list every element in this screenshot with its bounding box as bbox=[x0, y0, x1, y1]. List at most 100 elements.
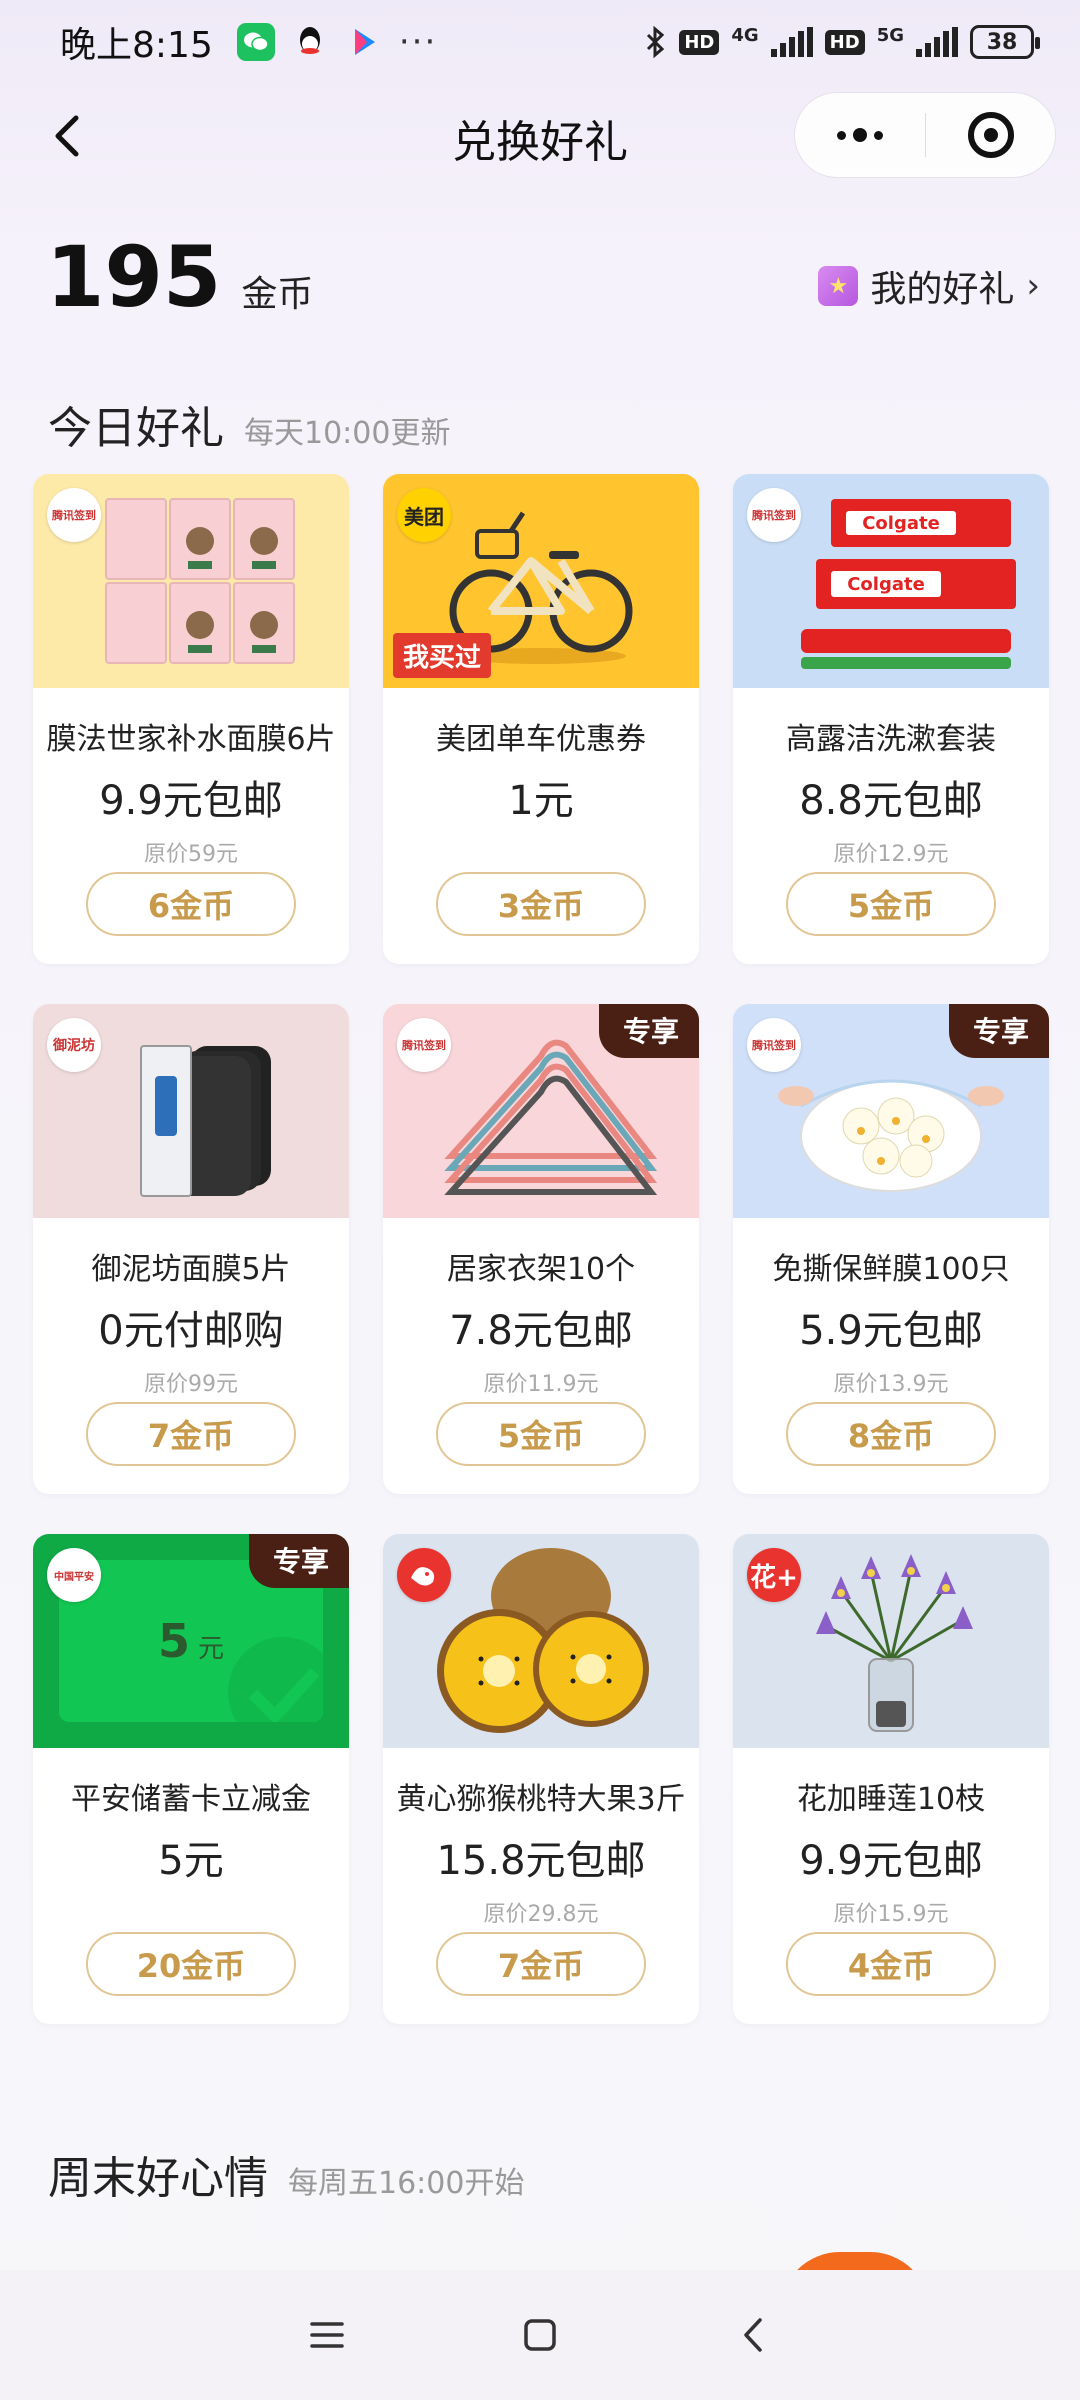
coin-unit: 金币 bbox=[241, 274, 314, 315]
target-icon bbox=[967, 112, 1014, 158]
redeem-button[interactable]: 7金币 bbox=[86, 1402, 296, 1466]
hd-badge-1: HD bbox=[679, 29, 720, 55]
home-button[interactable] bbox=[510, 2305, 570, 2365]
gift-original-price: 原价15.9元 bbox=[833, 1902, 949, 1927]
gift-card[interactable]: 黄心猕猴桃特大果3斤 15.8元包邮 原价29.8元 7金币 bbox=[383, 1534, 699, 2024]
more-button[interactable] bbox=[795, 93, 925, 177]
product-image bbox=[383, 1534, 699, 1748]
network-type-1: 4G bbox=[731, 25, 759, 46]
product-image: 腾讯签到 专享 bbox=[383, 1004, 699, 1218]
system-back-button[interactable] bbox=[723, 2305, 783, 2365]
gift-icon: ★ bbox=[818, 266, 859, 306]
gift-card[interactable]: 腾讯签到 膜法世家补水面膜6片 9.9元包邮 原价59元 6金币 bbox=[33, 474, 349, 964]
gift-original-price bbox=[383, 836, 699, 862]
gift-price: 5元 bbox=[158, 1838, 224, 1884]
coin-amount: 195 bbox=[46, 228, 222, 326]
tencent-badge-icon: 腾讯签到 bbox=[747, 1018, 801, 1072]
gift-name: 膜法世家补水面膜6片 bbox=[46, 722, 336, 757]
status-time: 晚上8:15 bbox=[60, 25, 213, 66]
menu-button[interactable] bbox=[297, 2305, 357, 2365]
weekend-title: 周末好心情 bbox=[48, 2153, 268, 2204]
battery-level: 38 bbox=[986, 29, 1018, 55]
gift-price: 7.8元包邮 bbox=[449, 1308, 633, 1354]
chevron-right-icon: › bbox=[1026, 266, 1040, 306]
gift-price: 9.9元包邮 bbox=[799, 1838, 983, 1884]
home-square-icon bbox=[524, 2319, 556, 2351]
redeem-button[interactable]: 3金币 bbox=[436, 872, 646, 936]
redeem-button[interactable]: 4金币 bbox=[786, 1932, 996, 1996]
gift-price: 0元付邮购 bbox=[98, 1308, 284, 1354]
signal-icon-1 bbox=[770, 27, 813, 57]
today-section-header: 今日好礼 每天10:00更新 bbox=[48, 392, 450, 456]
gift-original-price: 原价11.9元 bbox=[483, 1372, 599, 1397]
tencent-badge-icon: 腾讯签到 bbox=[47, 488, 101, 542]
gift-card[interactable]: 御泥坊 御泥坊面膜5片 0元付邮购 原价99元 7金币 bbox=[33, 1004, 349, 1494]
meituan-badge-icon: 美团 bbox=[397, 488, 451, 542]
product-image: Colgate Colgate 腾讯签到 bbox=[733, 474, 1049, 688]
bought-tag: 我买过 bbox=[393, 633, 492, 678]
svg-text:Colgate: Colgate bbox=[847, 574, 925, 595]
gift-name: 居家衣架10个 bbox=[446, 1252, 636, 1287]
gift-original-price: 原价59元 bbox=[144, 842, 238, 867]
back-triangle-icon bbox=[744, 2318, 763, 2352]
product-image: 美团 我买过 bbox=[383, 474, 699, 688]
close-miniprogram-button[interactable] bbox=[926, 93, 1055, 177]
gift-name: 免撕保鲜膜100只 bbox=[772, 1252, 1010, 1287]
exclusive-tag: 专享 bbox=[598, 1004, 699, 1058]
youku-icon bbox=[345, 23, 383, 61]
redeem-button[interactable]: 20金币 bbox=[86, 1932, 296, 1996]
gift-price: 5.9元包邮 bbox=[799, 1308, 983, 1354]
gift-original-price: 原价13.9元 bbox=[833, 1372, 949, 1397]
status-more-icon: ··· bbox=[398, 22, 438, 62]
gift-price: 8.8元包邮 bbox=[799, 778, 983, 824]
redeem-button[interactable]: 8金币 bbox=[786, 1402, 996, 1466]
pingan-badge-icon: 中国平安 bbox=[47, 1548, 101, 1602]
today-title: 今日好礼 bbox=[48, 403, 224, 454]
exclusive-tag: 专享 bbox=[248, 1534, 349, 1588]
redeem-button[interactable]: 5金币 bbox=[786, 872, 996, 936]
redeem-button[interactable]: 5金币 bbox=[436, 1402, 646, 1466]
miniprogram-capsule bbox=[794, 92, 1056, 178]
my-gifts-link[interactable]: ★ 我的好礼 › bbox=[818, 260, 1040, 312]
signal-icon-2 bbox=[916, 27, 958, 57]
today-subtitle: 每天10:00更新 bbox=[244, 416, 451, 451]
nav-bar: 兑换好礼 bbox=[0, 88, 1080, 184]
gift-card[interactable]: 花+ 花加睡莲10枝 9.9元包邮 原价15.9元 4金币 bbox=[733, 1534, 1049, 2024]
tencent-badge-icon: 腾讯签到 bbox=[747, 488, 801, 542]
redeem-button[interactable]: 6金币 bbox=[86, 872, 296, 936]
gift-name: 黄心猕猴桃特大果3斤 bbox=[396, 1782, 686, 1817]
jd-logo-icon bbox=[397, 1548, 451, 1602]
menu-icon bbox=[309, 2322, 344, 2348]
voucher-unit: 元 bbox=[198, 1634, 225, 1664]
redeem-button[interactable]: 7金币 bbox=[436, 1932, 646, 1996]
weekend-subtitle: 每周五16:00开始 bbox=[288, 2166, 525, 2201]
gift-name: 美团单车优惠券 bbox=[436, 722, 646, 757]
product-image: 腾讯签到 bbox=[33, 474, 349, 688]
status-bar: 晚上8:15 ··· HD 4G HD 5G 38 bbox=[0, 0, 1080, 84]
gift-card[interactable]: Colgate Colgate 腾讯签到 高露洁洗漱套装 8.8元包邮 原价12… bbox=[733, 474, 1049, 964]
gift-card[interactable]: 腾讯签到 专享 居家衣架10个 7.8元包邮 原价11.9元 5金币 bbox=[383, 1004, 699, 1494]
voucher-amount: 5 bbox=[157, 1614, 190, 1668]
system-navigation-bar bbox=[0, 2270, 1080, 2400]
gift-name: 御泥坊面膜5片 bbox=[91, 1252, 291, 1287]
gift-name: 高露洁洗漱套装 bbox=[786, 722, 996, 757]
gift-price: 1元 bbox=[508, 778, 574, 824]
gift-original-price: 原价99元 bbox=[144, 1372, 238, 1397]
gift-original-price: 原价29.8元 bbox=[483, 1902, 599, 1927]
gift-name: 平安储蓄卡立减金 bbox=[71, 1782, 311, 1817]
qq-icon bbox=[291, 23, 329, 61]
gift-original-price bbox=[33, 1896, 349, 1922]
my-gifts-label: 我的好礼 bbox=[870, 269, 1015, 310]
product-image: 腾讯签到 专享 bbox=[733, 1004, 1049, 1218]
yunifang-badge-icon: 御泥坊 bbox=[47, 1018, 101, 1072]
gift-card[interactable]: 5 元 中国平安 专享 平安储蓄卡立减金 5元 20金币 bbox=[33, 1534, 349, 2024]
tencent-badge-icon: 腾讯签到 bbox=[397, 1018, 451, 1072]
gift-card[interactable]: 美团 我买过 美团单车优惠券 1元 3金币 bbox=[383, 474, 699, 964]
exclusive-tag: 专享 bbox=[948, 1004, 1049, 1058]
product-image: 5 元 中国平安 专享 bbox=[33, 1534, 349, 1748]
gift-original-price: 原价12.9元 bbox=[833, 842, 949, 867]
bluetooth-icon bbox=[647, 25, 665, 59]
gift-card[interactable]: 腾讯签到 专享 免撕保鲜膜100只 5.9元包邮 原价13.9元 8金币 bbox=[733, 1004, 1049, 1494]
coin-balance: 195 金币 bbox=[46, 228, 313, 326]
network-type-2: 5G bbox=[876, 25, 904, 46]
